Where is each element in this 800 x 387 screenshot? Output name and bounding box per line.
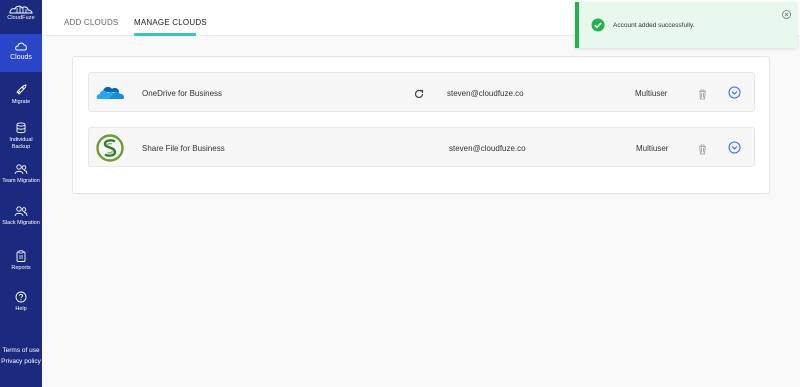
sidebar-item-reports[interactable]: Reports — [0, 250, 42, 272]
database-icon — [16, 122, 26, 134]
sidebar-item-help[interactable]: Help — [0, 291, 42, 313]
sidebar-item-label: Help — [15, 306, 27, 312]
sidebar-item-label: Reports — [11, 265, 31, 271]
cloudfuze-logo-icon — [9, 5, 33, 14]
active-tab-indicator — [134, 33, 196, 36]
close-icon[interactable] — [782, 6, 791, 24]
logo-text: CloudFuze — [7, 15, 35, 21]
cloud-icon — [15, 42, 27, 51]
sidebar-item-label: Clouds — [10, 54, 32, 61]
rocket-icon — [16, 84, 27, 95]
cloud-row[interactable]: Share File for Business steven@cloudfuze… — [88, 127, 755, 167]
sharefile-logo — [95, 133, 125, 163]
sidebar-item-individual-backup[interactable]: Individual Backup — [0, 122, 42, 151]
manage-clouds-panel: OneDrive for Business steven@cloudfuze.c… — [72, 56, 770, 194]
users-icon — [14, 206, 28, 217]
cloudfuze-logo[interactable]: CloudFuze — [0, 4, 42, 21]
delete-icon[interactable] — [698, 87, 707, 105]
privacy-policy-link[interactable]: Privacy policy — [0, 358, 42, 365]
sidebar-item-label: Team Migration — [2, 178, 40, 184]
user-type: Multiuser — [636, 144, 669, 153]
refresh-icon[interactable] — [414, 86, 424, 104]
tab-add-clouds[interactable]: ADD CLOUDS — [64, 18, 118, 27]
sidebar-item-migrate[interactable]: Migrate — [0, 84, 42, 106]
onedrive-icon — [96, 86, 124, 99]
terms-of-use-link[interactable]: Terms of use — [0, 347, 42, 354]
success-check-icon — [591, 18, 605, 37]
toast-message: Account added successfully. — [613, 22, 695, 29]
cloud-row[interactable]: OneDrive for Business steven@cloudfuze.c… — [88, 72, 755, 112]
clipboard-icon — [16, 250, 26, 262]
delete-icon[interactable] — [698, 142, 707, 160]
cloud-email: steven@cloudfuze.co — [449, 144, 526, 153]
user-type: Multiuser — [635, 89, 668, 98]
sidebar-item-clouds[interactable]: Clouds — [0, 34, 42, 72]
cloud-name: Share File for Business — [142, 144, 225, 153]
sidebar: CloudFuze Clouds Migrate Individual Back… — [0, 0, 42, 387]
help-icon — [15, 291, 27, 303]
sidebar-item-team-migration[interactable]: Team Migration — [0, 164, 42, 185]
success-toast: Account added successfully. — [575, 2, 797, 48]
sidebar-item-label: Individual Backup — [9, 137, 33, 150]
sidebar-item-label: Migrate — [11, 99, 31, 105]
tab-manage-clouds[interactable]: MANAGE CLOUDS — [134, 18, 207, 27]
sharefile-icon — [96, 134, 124, 162]
sidebar-item-label: Slack Migration — [2, 220, 40, 226]
cloud-email: steven@cloudfuze.co — [447, 89, 524, 98]
cloud-name: OneDrive for Business — [142, 89, 223, 98]
chevron-down-icon[interactable] — [728, 141, 741, 159]
sidebar-item-slack-migration[interactable]: Slack Migration — [0, 206, 42, 227]
onedrive-logo — [95, 78, 125, 108]
users-icon — [14, 164, 28, 175]
chevron-down-icon[interactable] — [728, 86, 741, 104]
